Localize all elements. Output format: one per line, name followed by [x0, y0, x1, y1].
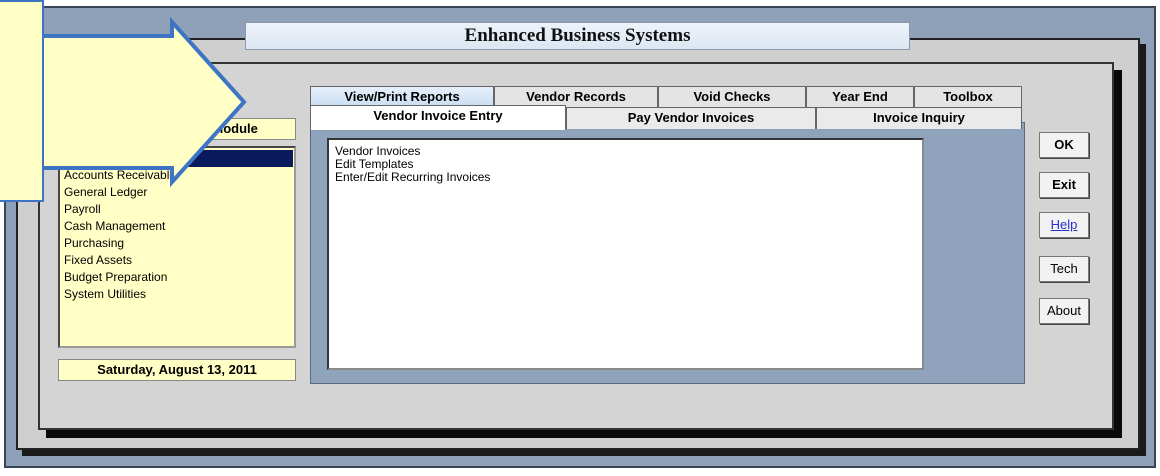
help-button[interactable]: Help — [1039, 212, 1089, 238]
tab-invoice-inquiry[interactable]: Invoice Inquiry — [816, 107, 1022, 129]
exit-button[interactable]: Exit — [1039, 172, 1089, 198]
date-display: Saturday, August 13, 2011 — [58, 359, 296, 381]
ok-button[interactable]: OK — [1039, 132, 1089, 158]
module-item-budget-preparation[interactable]: Budget Preparation — [61, 269, 293, 286]
about-button[interactable]: About — [1039, 298, 1089, 324]
tab-year-end[interactable]: Year End — [806, 86, 914, 108]
module-item-system-utilities[interactable]: System Utilities — [61, 286, 293, 303]
option-enter-edit-recurring-invoices[interactable]: Enter/Edit Recurring Invoices — [335, 171, 922, 184]
module-item-fixed-assets[interactable]: Fixed Assets — [61, 252, 293, 269]
callout-arrow-icon — [44, 16, 247, 188]
module-item-cash-management[interactable]: Cash Management — [61, 218, 293, 235]
window-title: Enhanced Business Systems — [245, 22, 910, 50]
options-list[interactable]: Vendor Invoices Edit Templates Enter/Edi… — [327, 138, 924, 370]
tab-toolbox[interactable]: Toolbox — [914, 86, 1022, 108]
option-vendor-invoices[interactable]: Vendor Invoices — [335, 145, 922, 158]
module-item-purchasing[interactable]: Purchasing — [61, 235, 293, 252]
tech-button[interactable]: Tech — [1039, 256, 1089, 282]
tab-pay-vendor-invoices[interactable]: Pay Vendor Invoices — [566, 107, 816, 129]
tab-void-checks[interactable]: Void Checks — [658, 86, 806, 108]
tab-vendor-invoice-entry[interactable]: Vendor Invoice Entry — [310, 105, 566, 130]
